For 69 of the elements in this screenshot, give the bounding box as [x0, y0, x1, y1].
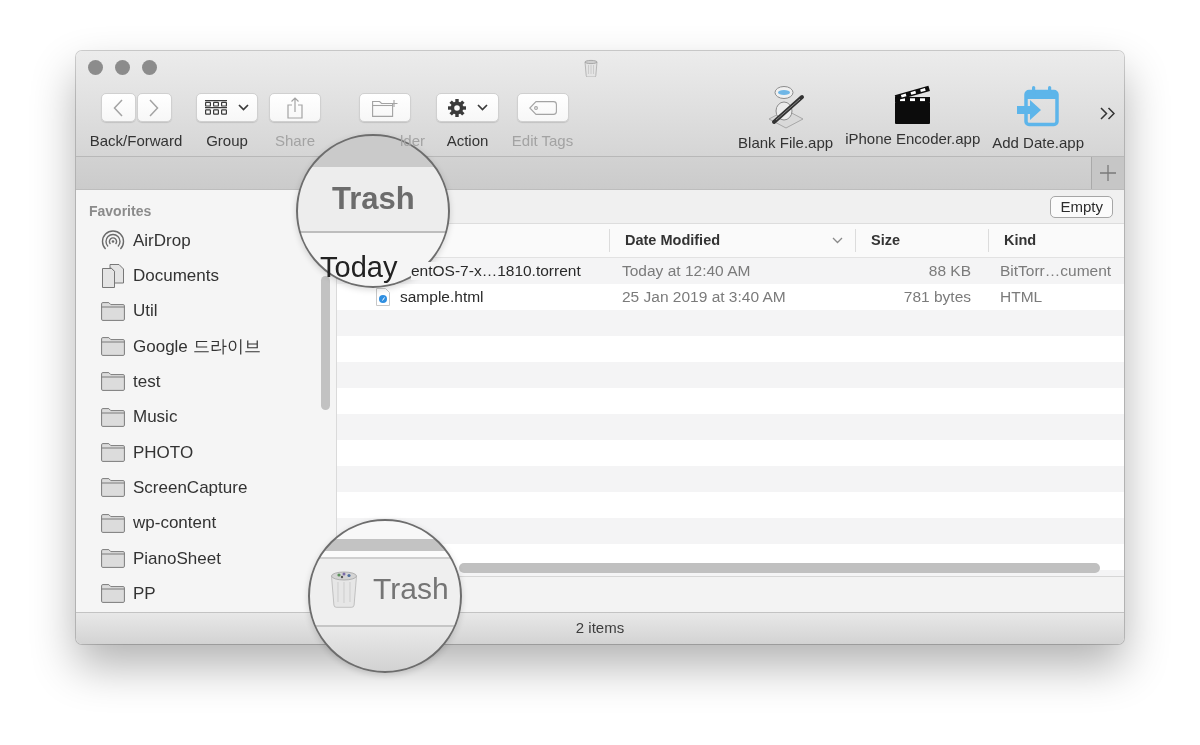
file-kind: HTML	[999, 287, 1044, 308]
group-button[interactable]	[196, 93, 258, 122]
new-tab-button[interactable]	[1091, 157, 1124, 189]
sidebar-item[interactable]: Music	[101, 399, 182, 435]
sidebar-item[interactable]: ScreenCapture	[101, 470, 252, 506]
empty-button[interactable]: Empty	[1050, 195, 1113, 218]
column-header[interactable]: Kind	[988, 229, 1124, 252]
folder-icon	[101, 442, 125, 462]
sidebar-item[interactable]: PianoSheet	[101, 540, 225, 576]
clapperboard-icon	[892, 85, 933, 125]
signal-rings-icon	[101, 229, 125, 252]
gear-icon	[447, 98, 466, 117]
folder-icon	[101, 372, 125, 392]
app-shortcut-button[interactable]: Add Date.app	[992, 85, 1084, 152]
sidebar-item[interactable]: Util	[101, 293, 162, 329]
chevron-down-icon	[238, 104, 249, 111]
file-size: 88 KB	[927, 261, 972, 282]
folder-icon	[101, 513, 125, 533]
folder-icon	[101, 337, 125, 357]
minimize-button[interactable]	[115, 59, 130, 75]
sidebar-item[interactable]: wp-content	[101, 505, 221, 541]
toolbar-label: Group	[206, 132, 248, 150]
share-icon	[287, 96, 303, 119]
trash-icon	[584, 59, 598, 77]
sidebar-section-header: Favorites	[88, 202, 153, 221]
column-header[interactable]: Size	[855, 229, 988, 252]
folder-icon	[101, 407, 125, 427]
chevron-left-icon	[113, 98, 123, 117]
action-button[interactable]	[436, 93, 499, 122]
file-kind: BitTorr…cument	[999, 261, 1113, 282]
sidebar-item[interactable]: Documents	[101, 258, 223, 294]
item-count: 2 items	[575, 618, 625, 639]
sort-chevron-icon	[832, 237, 843, 244]
close-button[interactable]	[88, 59, 103, 75]
toolbar-label: Action	[446, 132, 489, 150]
folder-icon	[101, 301, 125, 321]
file-size: 781 bytes	[902, 287, 972, 308]
sidebar-item[interactable]: PHOTO	[101, 434, 198, 471]
chevron-down-icon	[476, 104, 488, 111]
plus-icon	[1100, 165, 1116, 181]
trash-icon	[330, 570, 358, 608]
sidebar-item[interactable]: PP	[101, 575, 160, 612]
overflow-chevron-icon[interactable]	[1100, 107, 1115, 120]
calendar-arrow-icon	[1016, 85, 1061, 129]
column-header[interactable]: Date Modified	[609, 229, 855, 252]
sidebar-item[interactable]: test	[101, 364, 165, 400]
modified-date: Today at 12:40 AM	[621, 261, 752, 282]
magnified-tab-title: Trash	[332, 181, 415, 217]
folder-icon	[101, 478, 125, 498]
chevron-right-icon	[149, 98, 159, 117]
horizontal-scrollbar[interactable]	[459, 563, 1100, 573]
file-name[interactable]: entOS-7-x…1810.torrent	[411, 262, 581, 280]
zoom-button[interactable]	[142, 59, 157, 75]
folder-plus-icon	[372, 98, 398, 117]
grid-view-icon	[205, 100, 227, 115]
app-shortcut-button[interactable]: iPhone Encoder.app	[845, 85, 981, 148]
file-name[interactable]: sample.html	[400, 288, 484, 306]
sidebar-item[interactable]: Google 드라이브	[101, 328, 265, 365]
file-icon	[376, 288, 390, 306]
magnified-group-header: Today	[320, 250, 398, 284]
folder-icon	[101, 584, 125, 604]
modified-date: 25 Jan 2019 at 3:40 AM	[621, 287, 787, 308]
sidebar-item[interactable]: AirDrop	[101, 223, 195, 259]
toolbar-label: Back/Forward	[89, 132, 183, 150]
app-shortcut-button[interactable]: Blank File.app	[738, 85, 834, 152]
magnified-path-label: Trash	[373, 571, 449, 607]
folder-icon	[101, 548, 125, 568]
tag-icon	[528, 100, 557, 115]
documents-icon	[101, 263, 125, 288]
